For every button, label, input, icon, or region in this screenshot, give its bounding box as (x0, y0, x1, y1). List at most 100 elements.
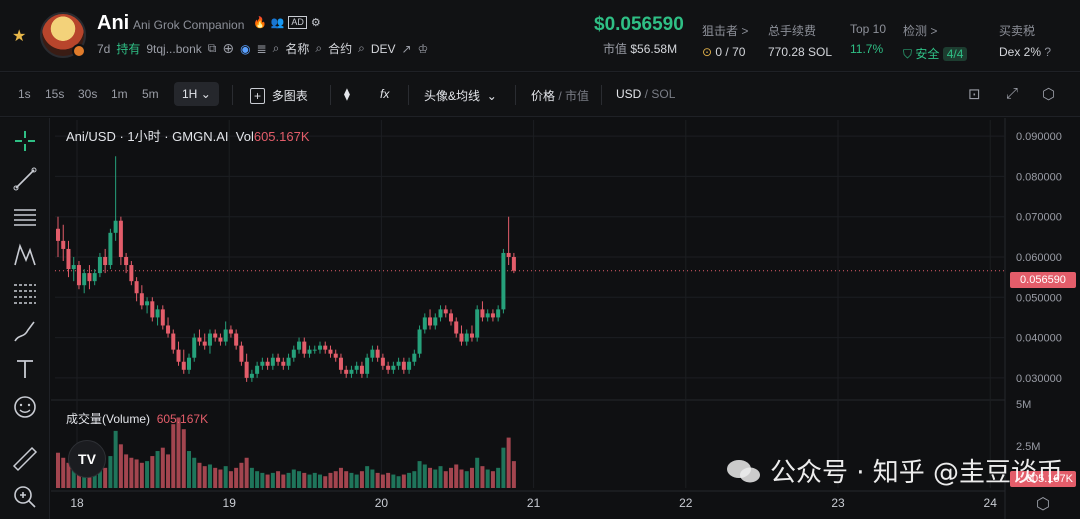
volume-bar (422, 464, 427, 488)
help-icon[interactable]: ? (1044, 45, 1051, 59)
search-dev-icon[interactable]: ⌕ (358, 41, 365, 56)
token-full-name: Ani Grok Companion (133, 18, 245, 32)
volume-bar (187, 451, 191, 488)
search-dev-link[interactable]: DEV (371, 42, 396, 56)
camera-icon[interactable]: ⊡ (968, 85, 981, 103)
snipers-stat[interactable]: 狙击者 > ⊙ 0 / 70 (702, 22, 748, 59)
volume-bar (496, 467, 501, 488)
multi-chart-button[interactable]: + 多图表 (250, 87, 308, 104)
candle-body (323, 345, 328, 350)
search-name-icon[interactable]: ⌕ (273, 41, 280, 56)
candle-body (480, 309, 485, 318)
interval-1m[interactable]: 1m (111, 87, 128, 101)
candle-body (113, 220, 118, 233)
candle-body (234, 333, 239, 346)
copy-icon[interactable]: ⧉ (208, 41, 217, 56)
candle-body (181, 361, 186, 370)
volume-bar (428, 467, 433, 488)
token-avatar (40, 12, 86, 58)
interval-5m[interactable]: 5m (142, 87, 159, 101)
x-tick-label: 24 (984, 496, 998, 510)
emoji-icon[interactable] (10, 392, 40, 422)
volume-bar (459, 469, 464, 488)
wechat-icon (727, 459, 760, 482)
favorite-star-icon[interactable]: ★ (12, 26, 26, 46)
chart-settings-icon[interactable]: ⬡ (1036, 494, 1050, 514)
search-contract-link[interactable]: 合约 (328, 40, 352, 57)
market-cap: 市值 $56.58M (603, 42, 678, 56)
fullscreen-icon[interactable]: ⤢ (1006, 85, 1018, 102)
ruler-icon[interactable] (10, 444, 40, 474)
search-name-link[interactable]: 名称 (285, 40, 309, 57)
people-icon[interactable]: ◉ (240, 42, 250, 56)
crosshair-icon[interactable] (10, 126, 40, 156)
globe-icon[interactable]: ⊕ (222, 40, 234, 57)
interval-1s[interactable]: 1s (18, 87, 31, 101)
holders-link[interactable]: 持有 (116, 40, 140, 57)
interval-15s[interactable]: 15s (45, 87, 64, 101)
volume-bar (469, 467, 474, 488)
volume-bar (485, 469, 490, 488)
candle-body (239, 345, 244, 362)
candle-body (92, 273, 97, 282)
trendline-icon[interactable] (10, 164, 40, 194)
indicators-fx-icon[interactable]: fx (380, 87, 389, 101)
pattern-icon[interactable] (10, 240, 40, 270)
candle-body (145, 301, 150, 306)
x-tick-label: 21 (527, 496, 541, 510)
candle-body (412, 353, 417, 362)
volume-bar (218, 469, 223, 488)
volume-bar (344, 471, 349, 488)
shield-icon: ⛉ (903, 47, 913, 61)
quote-toggle[interactable]: USD / SOL (616, 87, 675, 101)
candle-body (401, 361, 406, 370)
list-icon[interactable]: ≣ (257, 42, 267, 56)
volume-bar (228, 471, 233, 488)
volume-bar (181, 429, 186, 488)
candle-body (359, 365, 364, 374)
volume-bar (396, 476, 401, 488)
price-mcap-toggle[interactable]: 价格 / 市值 (531, 87, 589, 104)
x-tick-label: 22 (679, 496, 693, 510)
text-icon[interactable] (10, 354, 40, 384)
fib-icon[interactable] (10, 278, 40, 308)
candle-body (265, 361, 270, 366)
candle-body (417, 329, 422, 354)
candle-body (82, 273, 87, 286)
settings-icon[interactable]: ⬡ (1042, 85, 1055, 103)
volume-bar (239, 462, 244, 488)
candle-body (391, 365, 396, 370)
token-address[interactable]: 9tqj...bonk (146, 42, 201, 56)
volume-bar (281, 474, 286, 488)
volume-bar (312, 472, 317, 488)
tradingview-logo[interactable]: TV (68, 440, 106, 478)
crown-icon[interactable]: ♔ (418, 42, 429, 56)
volume-bar (150, 456, 155, 488)
volume-bar (286, 472, 291, 488)
share-icon[interactable]: ↗ (402, 42, 412, 56)
candle-body (349, 369, 354, 374)
volume-bar (443, 471, 448, 488)
volume-bar (438, 466, 443, 488)
search-contract-icon[interactable]: ⌕ (315, 41, 322, 56)
interval-dropdown[interactable]: 1H ⌄ (174, 82, 219, 106)
candle-body (396, 361, 401, 366)
volume-bar (108, 456, 113, 488)
security-check-stat[interactable]: 检测 > ⛉ 安全 4/4 (903, 22, 968, 62)
volume-bar (454, 464, 459, 488)
add-chart-icon: + (250, 88, 266, 104)
volume-bar (249, 467, 254, 488)
volume-bar (501, 447, 506, 488)
zoom-icon[interactable] (10, 482, 40, 512)
candle-body (207, 333, 212, 346)
brush-icon[interactable] (10, 316, 40, 346)
candle-body (490, 313, 495, 318)
horizontal-lines-icon[interactable] (10, 202, 40, 232)
token-badges: 🔥 👥 AD ⚙ (253, 16, 321, 29)
sniper-icon: ⊙ (702, 45, 713, 59)
candle-body (464, 333, 469, 342)
overlay-dropdown[interactable]: 头像&均线 ⌄ (424, 87, 497, 104)
volume-bar (124, 454, 129, 488)
interval-30s[interactable]: 30s (78, 87, 97, 101)
candle-type-icon[interactable]: ⧫ (344, 87, 350, 101)
